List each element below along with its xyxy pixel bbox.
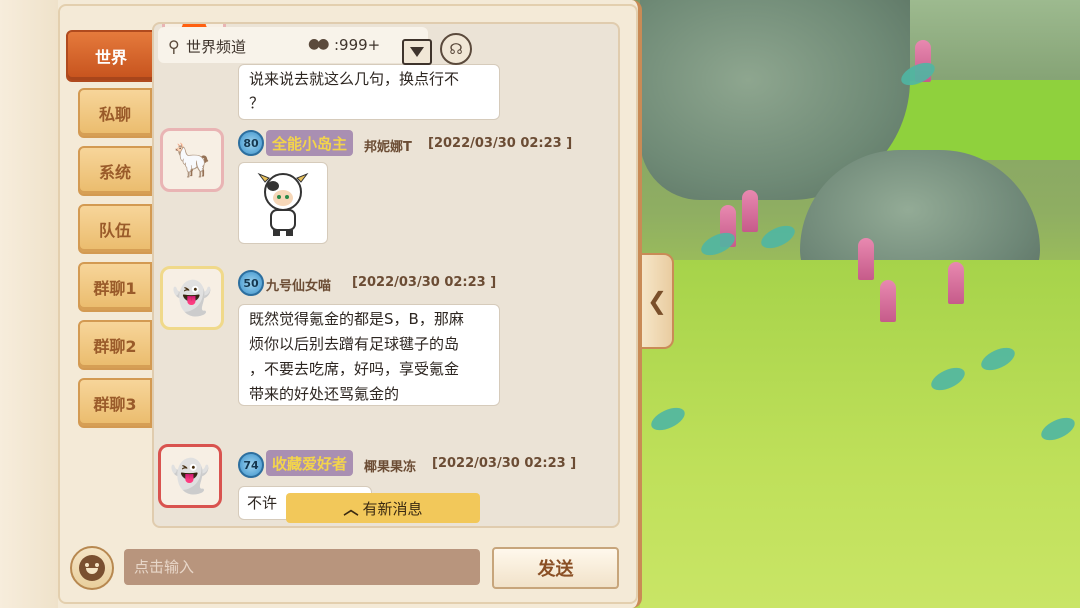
message-text: 不许 xyxy=(247,494,278,512)
location-pin-icon: ⚲ xyxy=(168,37,180,56)
message-line: ？ xyxy=(249,94,265,112)
channel-name: 世界频道 xyxy=(186,38,247,56)
username[interactable]: 九号仙女喵 xyxy=(266,275,331,294)
emoji-button[interactable] xyxy=(70,546,114,590)
chat-feed[interactable]: 🦊 说来说去就这么几句，换点行不 ？ ⚲ 世界频道 ●● :999+ ☊ 🦙 8… xyxy=(152,22,620,528)
flower-plant xyxy=(948,262,964,304)
tab-group-2[interactable]: 群聊2 xyxy=(78,320,152,370)
message-bubble: 既然觉得氪金的都是S，B，那麻 烦你以后别去蹭有足球毽子的岛 ，不要去吃席，好吗… xyxy=(238,304,500,406)
message-line: 带来的好处还骂氪金的 xyxy=(249,385,400,403)
cow-costume-icon xyxy=(257,172,309,236)
tab-world[interactable]: 世界 xyxy=(66,30,156,82)
chat-panel: 世界 私聊 系统 队伍 群聊1 群聊2 群聊3 🦊 说来说去就这么几句，换点行不… xyxy=(0,0,642,608)
sticker-image xyxy=(238,162,328,244)
grass-ledge xyxy=(880,80,1080,160)
timestamp: [2022/03/30 02:23 ] xyxy=(352,275,497,290)
tab-system[interactable]: 系统 xyxy=(78,146,152,196)
flower-plant xyxy=(858,238,874,280)
tab-group-3[interactable]: 群聊3 xyxy=(78,378,152,428)
leaf xyxy=(757,221,799,253)
tab-private[interactable]: 私聊 xyxy=(78,88,152,138)
book-spine xyxy=(0,0,58,608)
new-messages-button[interactable]: ︿ 有新消息 xyxy=(286,493,480,523)
chevron-up-icon: ︿ xyxy=(343,499,359,518)
flower-plant xyxy=(742,190,758,232)
tab-team[interactable]: 队伍 xyxy=(78,204,152,254)
level-badge: 80 xyxy=(238,130,264,156)
title-badge: 收藏爱好者 xyxy=(266,450,354,476)
message-line: 说来说去就这么几句，换点行不 xyxy=(249,70,460,88)
leaf xyxy=(697,228,739,260)
level-badge: 74 xyxy=(238,452,264,478)
timestamp: [2022/03/30 02:23 ] xyxy=(432,456,577,471)
username[interactable]: 椰果果冻 xyxy=(364,456,416,475)
channel-header: ⚲ 世界频道 ●● :999+ ☊ xyxy=(158,27,472,65)
headset-icon[interactable]: ☊ xyxy=(440,33,472,65)
chat-input[interactable] xyxy=(124,549,480,585)
collapse-panel-button[interactable]: ❮ xyxy=(642,253,674,349)
message-line: ，不要去吃席，好吗，享受氪金 xyxy=(249,360,460,378)
chevron-left-icon: ❮ xyxy=(646,287,668,315)
message-line: 烦你以后别去蹭有足球毽子的岛 xyxy=(249,335,460,353)
new-messages-label: 有新消息 xyxy=(362,499,423,518)
send-button[interactable]: 发送 xyxy=(492,547,619,589)
message-line: 既然觉得氪金的都是S，B，那麻 xyxy=(249,310,464,328)
username[interactable]: 邦妮娜T xyxy=(364,136,412,155)
avatar[interactable]: 👻 xyxy=(160,266,224,330)
people-icon: ●● xyxy=(308,36,330,52)
channel-dropdown-button[interactable] xyxy=(402,39,432,65)
avatar[interactable]: 🦙 xyxy=(160,128,224,192)
level-badge: 50 xyxy=(238,270,264,296)
tab-group-1[interactable]: 群聊1 xyxy=(78,262,152,312)
avatar[interactable]: 👻 xyxy=(158,444,222,508)
title-badge: 全能小岛主 xyxy=(266,130,354,156)
flower-plant xyxy=(880,280,896,322)
grass-field xyxy=(640,260,1080,608)
timestamp: [2022/03/30 02:23 ] xyxy=(428,136,573,151)
smiley-icon xyxy=(79,555,105,581)
online-count: :999+ xyxy=(334,36,381,54)
message-bubble: 说来说去就这么几句，换点行不 ？ xyxy=(238,64,500,120)
